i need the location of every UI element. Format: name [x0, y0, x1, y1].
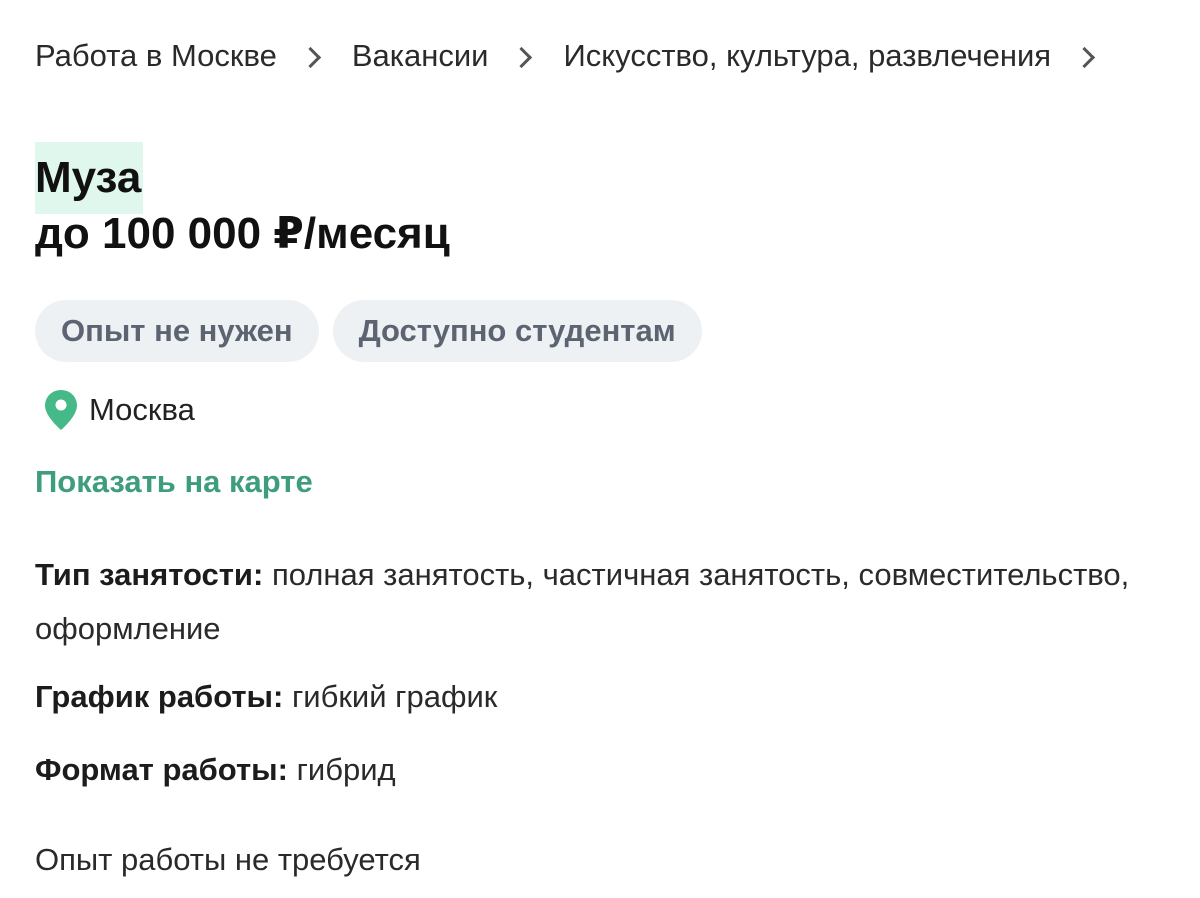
tag-students: Доступно студентам — [332, 300, 702, 362]
location-city: Москва — [89, 392, 195, 427]
vacancy-tags: Опыт не нужен Доступно студентам — [35, 300, 702, 362]
breadcrumb-item-vacancies[interactable]: Вакансии — [352, 34, 489, 78]
breadcrumb-item-category[interactable]: Искусство, культура, развлечения — [563, 34, 1051, 78]
work-schedule: График работы: гибкий график — [35, 672, 497, 722]
breadcrumb: Работа в Москве Вакансии Искусство, куль… — [35, 34, 1126, 78]
work-format-value: гибрид — [296, 752, 396, 787]
location: Москва — [41, 386, 195, 434]
experience-requirement: Опыт работы не требуется — [35, 842, 421, 877]
show-on-map-link[interactable]: Показать на карте — [35, 458, 313, 506]
chevron-right-icon — [1073, 46, 1096, 68]
work-schedule-label: График работы: — [35, 679, 284, 714]
map-pin-icon — [41, 388, 81, 432]
employment-type-label: Тип занятости: — [35, 557, 264, 592]
chevron-right-icon — [299, 46, 321, 68]
employment-type: Тип занятости: полная занятость, частичн… — [35, 548, 1200, 656]
chevron-right-icon — [511, 46, 533, 68]
vacancy-page: Работа в Москве Вакансии Искусство, куль… — [35, 0, 1200, 898]
tag-no-experience: Опыт не нужен — [35, 300, 319, 362]
work-schedule-value: гибкий график — [291, 679, 498, 714]
work-format: Формат работы: гибрид — [35, 745, 396, 795]
salary: до 100 000 ₽/месяц — [35, 209, 450, 258]
breadcrumb-item-moscow-jobs[interactable]: Работа в Москве — [35, 34, 277, 78]
work-format-label: Формат работы: — [35, 752, 288, 787]
